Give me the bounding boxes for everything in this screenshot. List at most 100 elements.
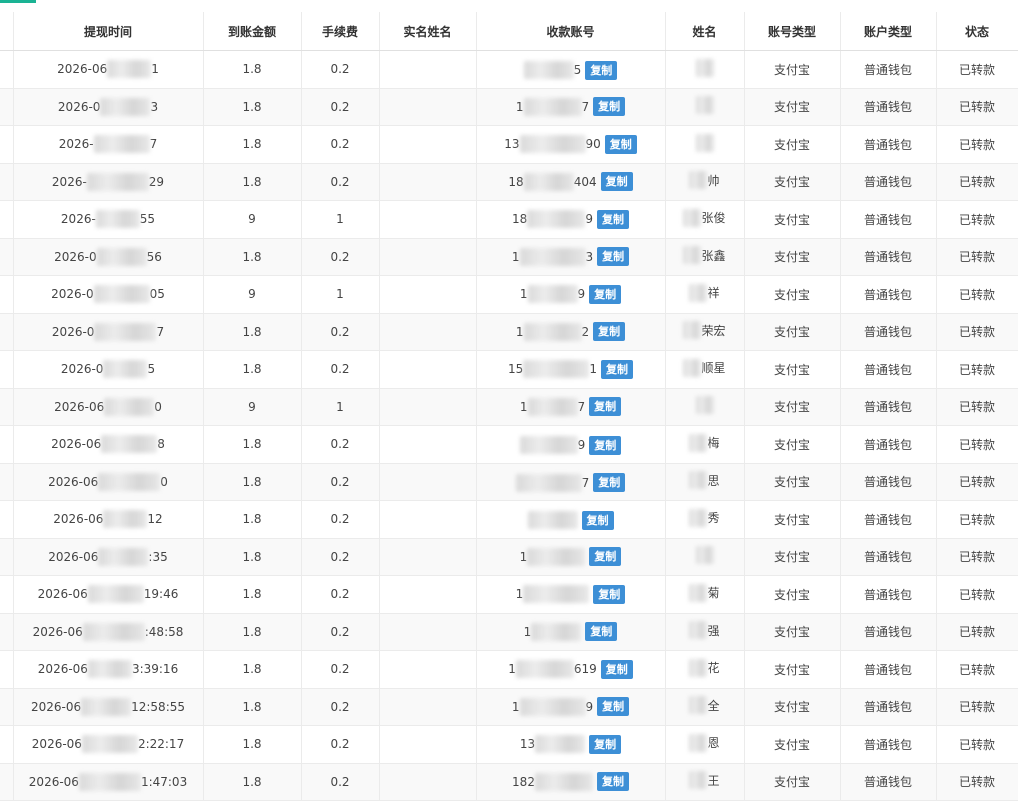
copy-button[interactable]: 复制 — [593, 322, 626, 342]
cell-wallet-type: 普通钱包 — [840, 388, 937, 426]
cell-amount: 1.8 — [203, 163, 302, 201]
cell-real-name — [379, 538, 477, 576]
redaction-blur — [95, 210, 140, 229]
copy-button[interactable]: 复制 — [585, 60, 618, 80]
copy-button[interactable]: 复制 — [589, 397, 622, 417]
cell-name: 花 — [665, 650, 745, 689]
copy-button[interactable]: 复制 — [604, 134, 637, 154]
cell-real-name — [379, 238, 477, 276]
cell-fee: 0.2 — [301, 313, 380, 351]
table-row: 2026- 29 1.8 0.2 18 404 复制 帅 支付宝 普通钱包 已转款 — [0, 163, 1018, 201]
copy-button[interactable]: 复制 — [589, 547, 622, 567]
cell-fee: 0.2 — [301, 688, 380, 726]
cell-fee: 0.2 — [301, 463, 380, 501]
cell-fee: 0.2 — [301, 125, 380, 164]
copy-button[interactable]: 复制 — [600, 359, 633, 379]
cell-account-type: 支付宝 — [744, 388, 841, 426]
cell-account: 18 9 复制 — [476, 200, 666, 239]
copy-button[interactable]: 复制 — [585, 622, 618, 642]
cell-status: 已转款 — [936, 313, 1018, 351]
cell-amount: 1.8 — [203, 50, 302, 89]
row-spacer — [0, 650, 14, 689]
cell-account: 15 1 复制 — [476, 350, 666, 389]
account-suffix: 5 — [573, 63, 582, 77]
header-status[interactable]: 状态 — [936, 12, 1018, 51]
cell-real-name — [379, 163, 477, 201]
header-account[interactable]: 收款账号 — [476, 12, 666, 51]
header-wallet-type[interactable]: 账户类型 — [840, 12, 937, 51]
account-prefix: 1 — [523, 624, 532, 639]
cell-fee: 0.2 — [301, 500, 380, 539]
copy-button[interactable]: 复制 — [593, 97, 626, 117]
copy-button[interactable]: 复制 — [600, 659, 633, 679]
redaction-blur — [689, 471, 708, 490]
row-spacer — [0, 88, 14, 126]
cell-withdraw-time: 2026-06:48:58 — [13, 613, 204, 651]
withdrawal-table: 提现时间 到账金额 手续费 实名姓名 收款账号 姓名 账号类型 账户类型 状态 … — [0, 12, 1018, 801]
cell-account: 1 2 复制 — [476, 313, 666, 351]
cell-account: 13 复制 — [476, 725, 666, 764]
account-suffix: 9 — [585, 699, 594, 714]
header-withdraw-time[interactable]: 提现时间 — [13, 12, 204, 51]
copy-button[interactable]: 复制 — [589, 284, 622, 304]
cell-account: 复制 — [476, 500, 666, 539]
cell-wallet-type: 普通钱包 — [840, 650, 937, 689]
header-amount[interactable]: 到账金额 — [203, 12, 302, 51]
time-suffix: 05 — [149, 287, 165, 302]
cell-real-name — [379, 88, 477, 126]
redaction-blur — [515, 660, 574, 679]
redaction-blur — [527, 511, 578, 529]
time-prefix: 2026-0 — [54, 249, 97, 264]
cell-withdraw-time: 2026-0 3 — [13, 88, 204, 126]
cell-status: 已转款 — [936, 650, 1018, 689]
cell-withdraw-time: 2026-06 12 — [13, 500, 204, 539]
copy-button[interactable]: 复制 — [596, 772, 629, 792]
time-suffix: 1:47:03 — [140, 774, 188, 789]
cell-withdraw-time: 2026-06:35 — [13, 538, 204, 576]
redaction-blur — [107, 60, 152, 79]
cell-status: 已转款 — [936, 50, 1018, 89]
time-prefix: 2026-06 — [54, 399, 105, 414]
header-name[interactable]: 姓名 — [665, 12, 745, 51]
time-suffix: 55 — [139, 212, 156, 227]
cell-fee: 1 — [301, 200, 380, 239]
cell-wallet-type: 普通钱包 — [840, 88, 937, 126]
cell-account: 1 9 复制 — [476, 275, 666, 314]
redaction-blur — [86, 172, 149, 191]
copy-button[interactable]: 复制 — [596, 209, 629, 229]
redaction-blur — [519, 247, 586, 266]
copy-button[interactable]: 复制 — [581, 510, 614, 530]
copy-button[interactable]: 复制 — [589, 734, 622, 754]
name-text: 荣宏 — [701, 323, 726, 338]
cell-wallet-type: 普通钱包 — [840, 613, 937, 651]
header-real-name[interactable]: 实名姓名 — [379, 12, 477, 51]
time-prefix: 2026-06 — [28, 774, 79, 789]
time-suffix: 2:22:17 — [137, 737, 185, 752]
name-text: 思 — [707, 473, 720, 488]
header-fee[interactable]: 手续费 — [301, 12, 380, 51]
time-suffix: 0 — [154, 399, 162, 414]
copy-button[interactable]: 复制 — [589, 435, 622, 455]
cell-name: 秀 — [665, 500, 745, 539]
cell-account-type: 支付宝 — [744, 725, 841, 764]
table-row: 2026-0 56 1.8 0.2 1 3 复制 张鑫 支付宝 普通钱包 已转款 — [0, 238, 1018, 276]
time-prefix: 2026-06 — [31, 737, 82, 752]
header-account-type[interactable]: 账号类型 — [744, 12, 841, 51]
copy-button[interactable]: 复制 — [600, 172, 633, 192]
copy-button[interactable]: 复制 — [597, 247, 630, 267]
redaction-blur — [98, 547, 149, 566]
account-prefix: 1 — [515, 587, 524, 602]
redaction-blur — [98, 472, 161, 491]
cell-account-type: 支付宝 — [744, 500, 841, 539]
copy-button[interactable]: 复制 — [593, 473, 626, 492]
row-spacer — [0, 275, 14, 314]
copy-button[interactable]: 复制 — [597, 697, 630, 717]
cell-name: 荣宏 — [665, 313, 745, 351]
table-row: 2026-06 12 1.8 0.2 复制 秀 支付宝 普通钱包 已转款 — [0, 500, 1018, 539]
row-spacer — [0, 500, 14, 539]
name-text: 张俊 — [701, 211, 726, 226]
copy-button[interactable]: 复制 — [593, 584, 626, 604]
redaction-blur — [531, 622, 582, 641]
time-suffix: 56 — [146, 249, 162, 264]
redaction-blur — [683, 358, 702, 377]
